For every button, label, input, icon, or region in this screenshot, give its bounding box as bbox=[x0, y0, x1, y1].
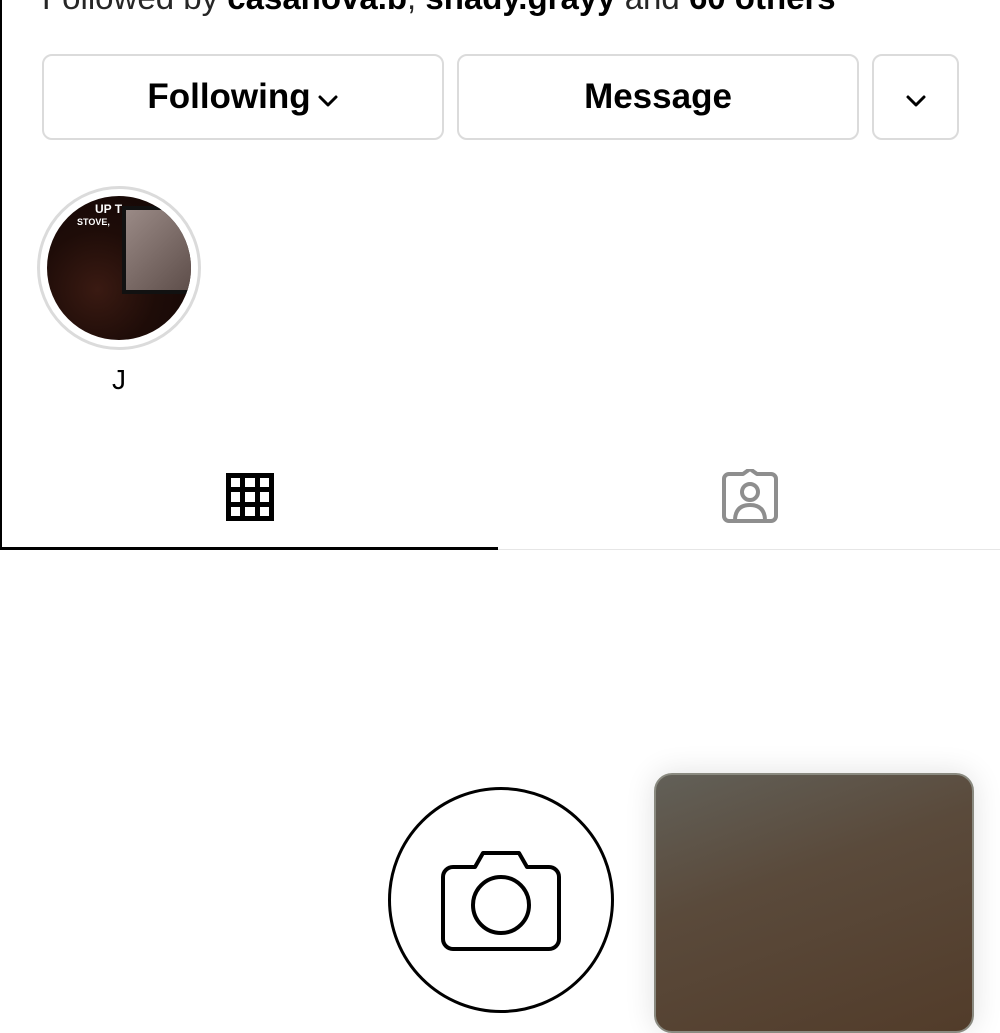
highlight-label: J bbox=[112, 364, 126, 395]
following-label: Following bbox=[147, 77, 311, 116]
active-tab-indicator bbox=[0, 547, 498, 550]
chevron-down-icon bbox=[905, 77, 927, 117]
empty-posts-camera bbox=[388, 787, 614, 1013]
highlight-cover-detail bbox=[122, 206, 191, 294]
highlight-cover-caption: STOVE, bbox=[77, 217, 110, 227]
tagged-icon bbox=[721, 467, 779, 530]
followed-by-separator: , bbox=[407, 0, 425, 16]
highlight-cover-image: UP T STOVE, bbox=[47, 196, 191, 340]
camera-icon bbox=[439, 843, 563, 958]
message-button[interactable]: Message bbox=[457, 54, 859, 140]
followed-by-prefix: Followed by bbox=[42, 0, 227, 16]
followed-by-user-link[interactable]: casanova.b bbox=[227, 0, 407, 16]
highlight-cover-caption-top: UP T bbox=[95, 202, 123, 216]
tab-divider bbox=[498, 549, 1000, 550]
video-preview-overlay[interactable] bbox=[654, 773, 974, 1033]
chevron-down-icon bbox=[317, 77, 339, 117]
message-label: Message bbox=[584, 77, 732, 116]
following-button[interactable]: Following bbox=[42, 54, 444, 140]
story-highlight[interactable]: UP T STOVE, bbox=[37, 186, 201, 350]
grid-icon bbox=[224, 471, 276, 528]
followed-by-text: Followed by casanova.b, shady.grayy and … bbox=[42, 0, 836, 18]
tab-posts-grid[interactable] bbox=[0, 451, 500, 548]
followed-by-user-link[interactable]: shady.grayy bbox=[425, 0, 615, 16]
followed-by-and: and bbox=[616, 0, 689, 16]
tab-tagged[interactable] bbox=[500, 451, 1000, 548]
followed-by-others-link[interactable]: 60 others bbox=[689, 0, 836, 16]
suggested-accounts-button[interactable] bbox=[872, 54, 959, 140]
